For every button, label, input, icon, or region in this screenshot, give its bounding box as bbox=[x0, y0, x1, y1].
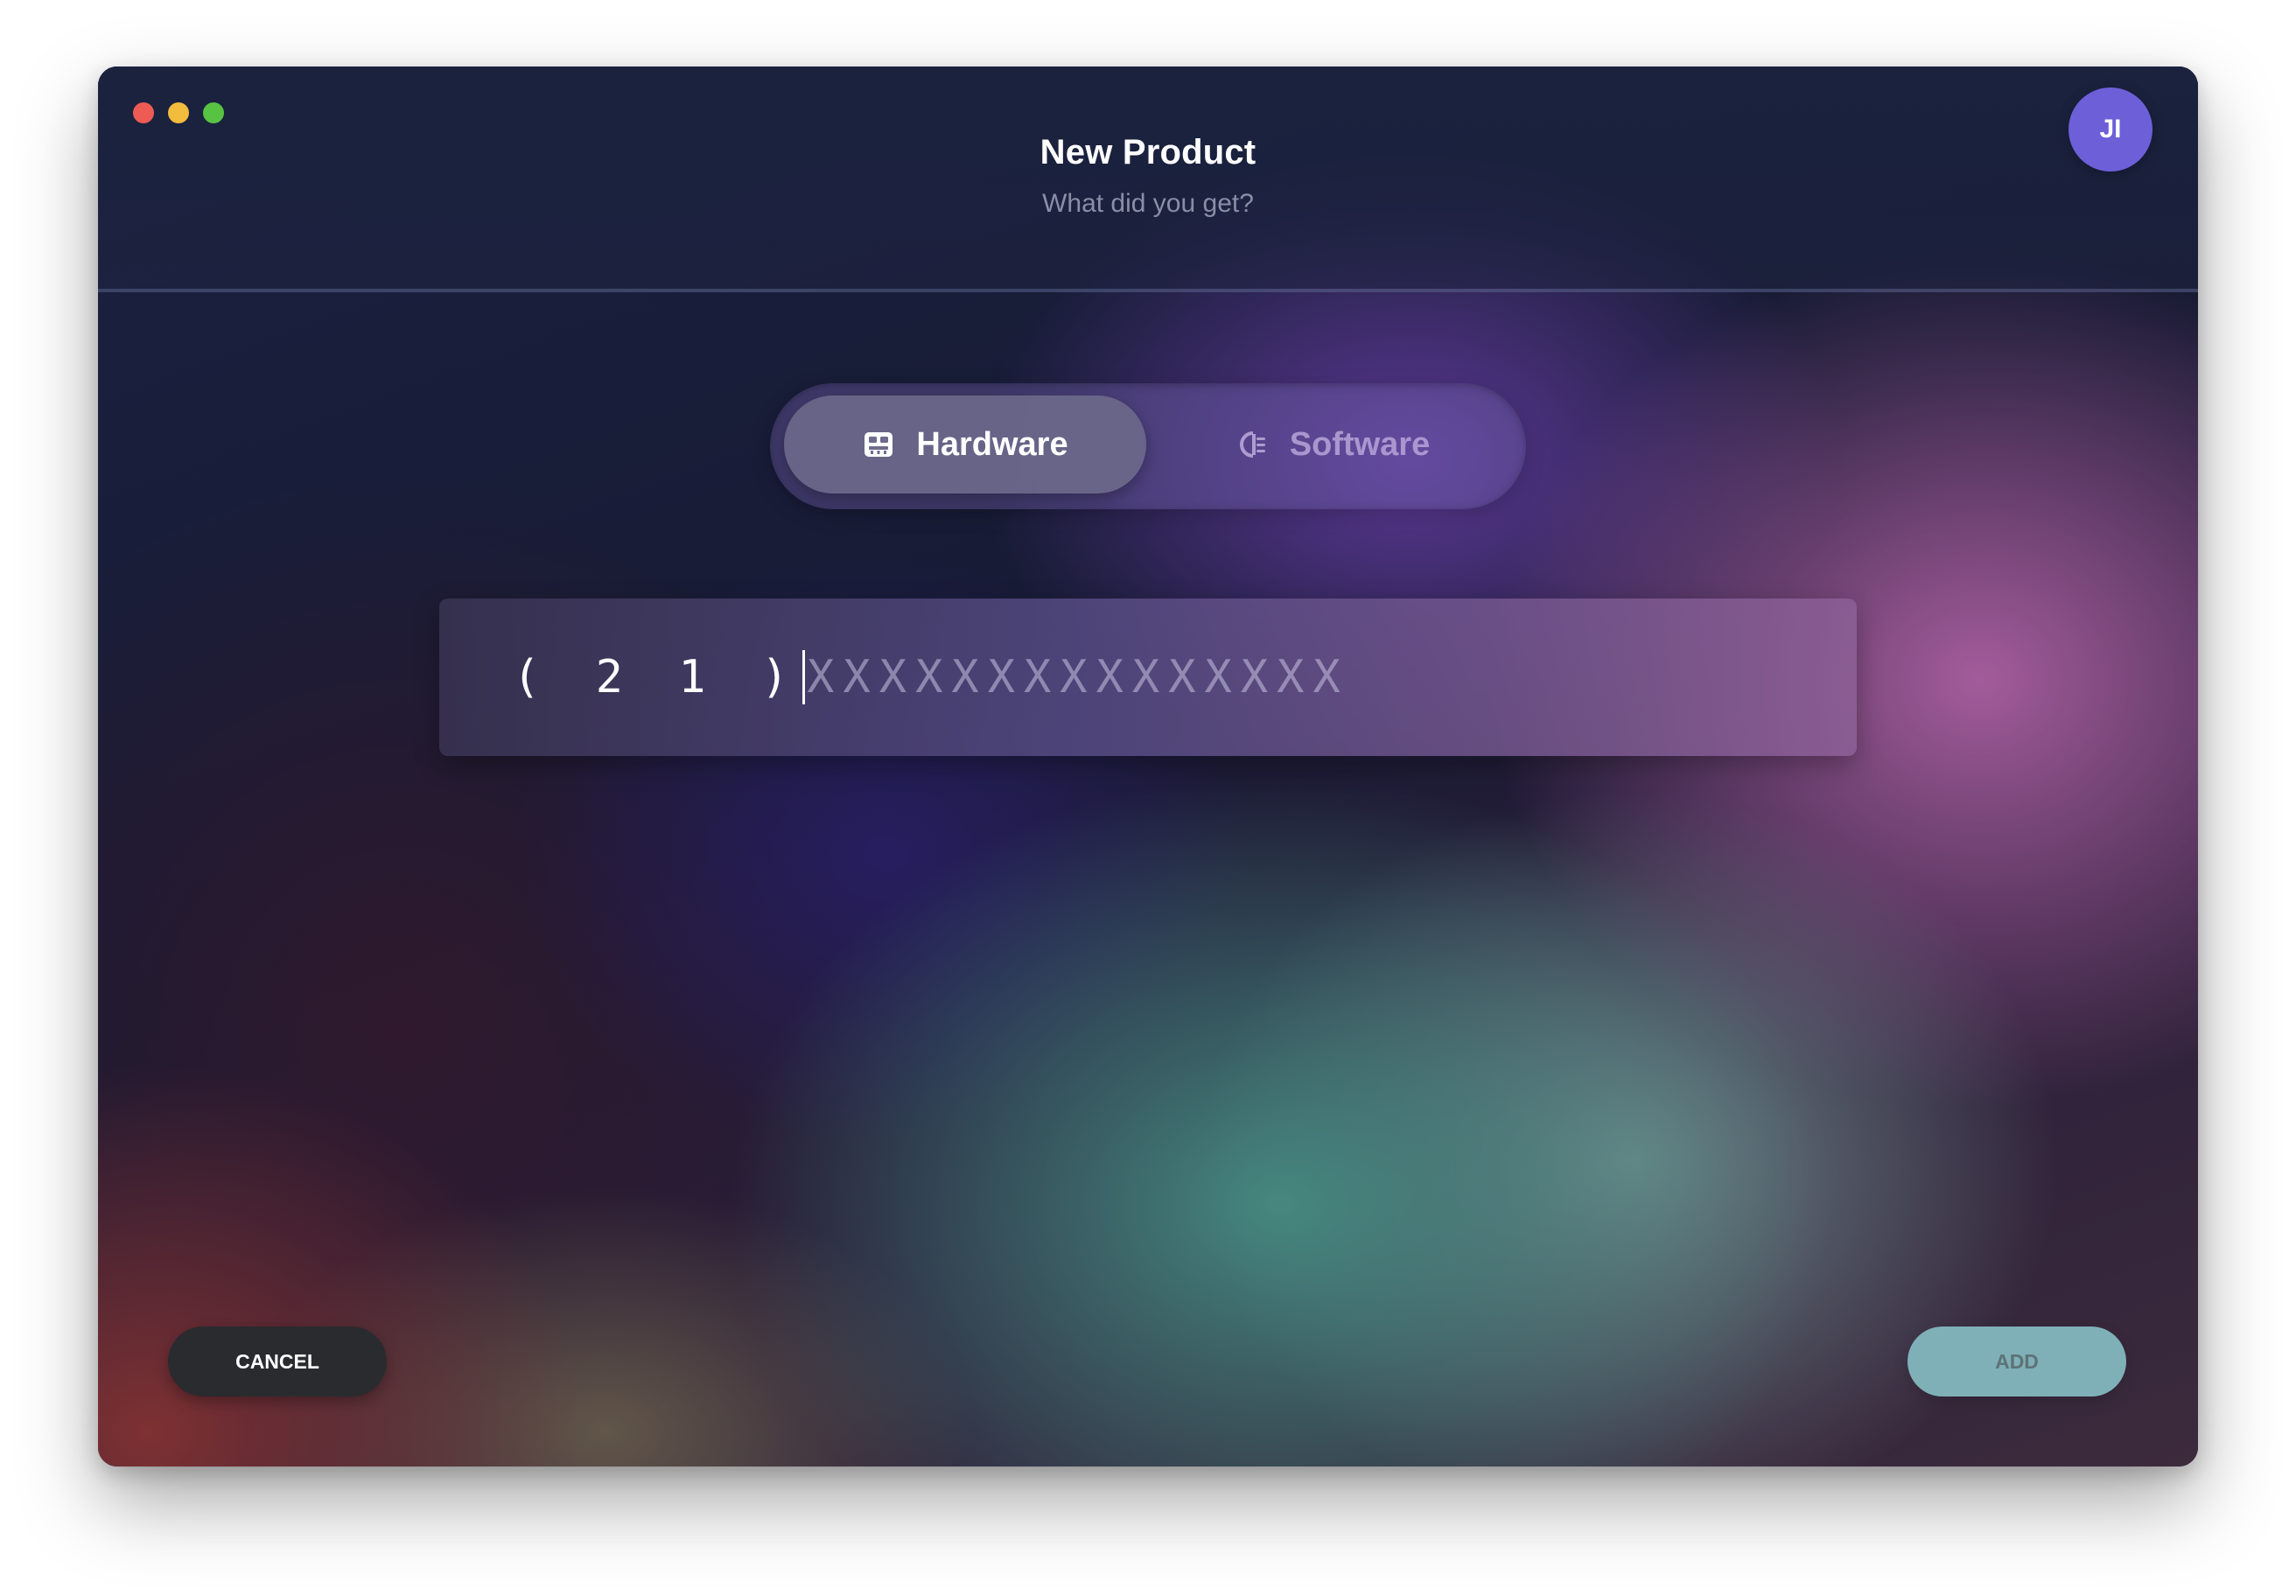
software-tab[interactable]: Software bbox=[1152, 396, 1514, 494]
product-type-toggle: Hardware Software bbox=[770, 383, 1526, 509]
minimize-window-icon[interactable] bbox=[168, 102, 189, 123]
software-icon bbox=[1236, 428, 1269, 461]
software-tab-label: Software bbox=[1289, 425, 1431, 463]
page-subtitle: What did you get? bbox=[1042, 189, 1254, 218]
header: New Product What did you get? JI bbox=[98, 66, 2198, 289]
zoom-window-icon[interactable] bbox=[203, 102, 224, 123]
avatar[interactable]: JI bbox=[2068, 88, 2152, 172]
header-divider bbox=[98, 289, 2198, 292]
hardware-tab[interactable]: Hardware bbox=[784, 396, 1146, 494]
app-window: New Product What did you get? JI Hardwar… bbox=[98, 66, 2198, 1466]
hardware-tab-label: Hardware bbox=[916, 425, 1068, 463]
cancel-button[interactable]: CANCEL bbox=[168, 1326, 387, 1396]
page-title: New Product bbox=[1040, 133, 1256, 172]
hardware-icon bbox=[862, 428, 895, 461]
add-button[interactable]: ADD bbox=[1908, 1326, 2126, 1396]
text-caret bbox=[802, 650, 806, 704]
close-window-icon[interactable] bbox=[133, 102, 154, 123]
serial-mask-placeholder: XXXXXXXXXXXXXXX bbox=[807, 651, 1349, 704]
serial-prefix: ( 2 1 ) bbox=[513, 651, 803, 704]
serial-number-input[interactable]: ( 2 1 ) XXXXXXXXXXXXXXX bbox=[439, 598, 1857, 756]
